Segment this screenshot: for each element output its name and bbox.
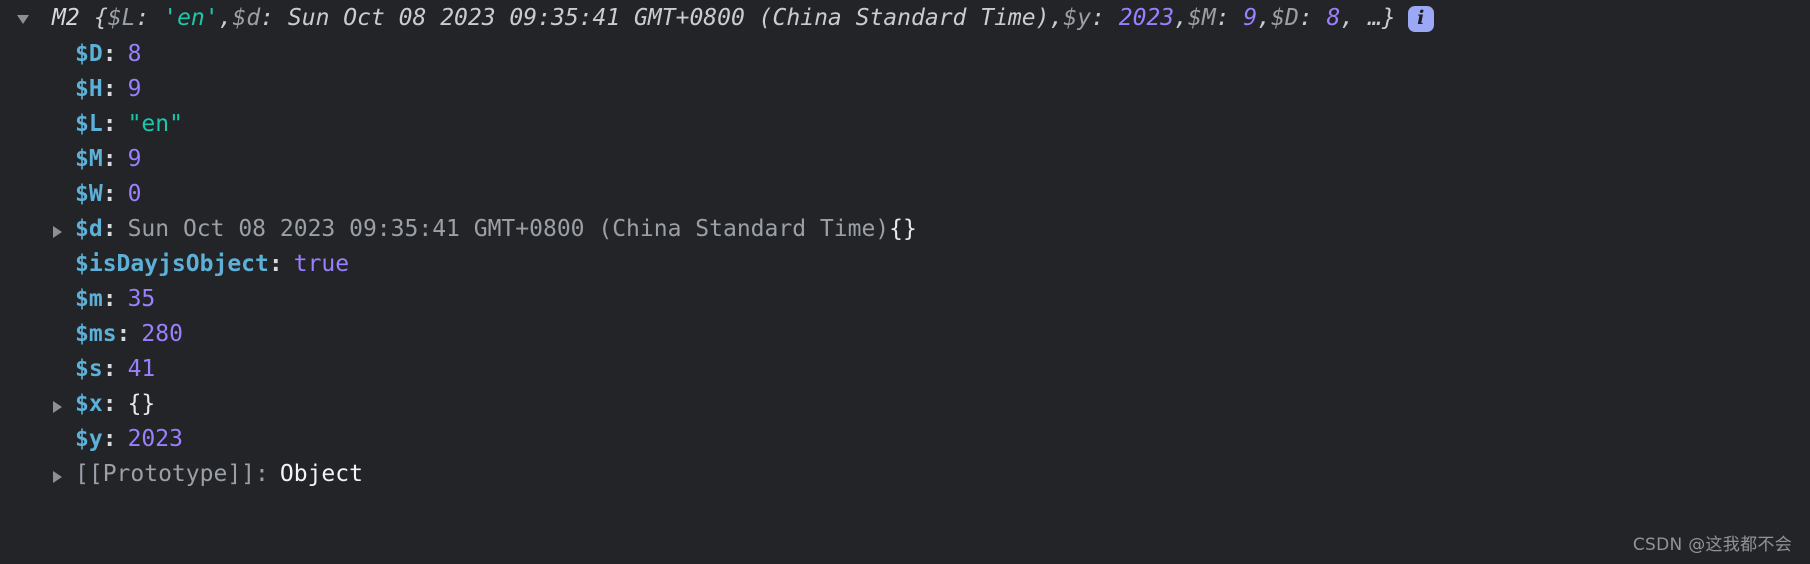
preview-trailing: , <box>1174 5 1188 31</box>
preview-trailing: , <box>218 5 233 31</box>
property-colon: : <box>102 41 117 67</box>
object-property-row[interactable]: $x: {} <box>0 387 1810 422</box>
property-value: 2023 <box>127 426 183 452</box>
object-property-row[interactable]: $ms:280 <box>0 317 1810 352</box>
preview-trailing: , <box>1049 5 1064 31</box>
property-colon: : <box>102 391 117 417</box>
object-property-row[interactable]: $m:35 <box>0 282 1810 317</box>
property-value: 280 <box>141 321 183 347</box>
preview-separator: : <box>260 5 288 31</box>
property-value: 8 <box>127 41 142 67</box>
preview-value: 8 <box>1326 5 1341 31</box>
property-colon: : <box>255 461 269 487</box>
object-property-row[interactable]: $D:8 <box>0 37 1810 72</box>
preview-separator: : <box>1298 5 1327 31</box>
property-value: 41 <box>127 356 156 382</box>
property-key: $m <box>75 286 103 312</box>
property-colon: : <box>102 426 117 452</box>
object-property-row[interactable]: [[Prototype]]: Object <box>0 457 1810 492</box>
preview-entry-1: $d: Sun Oct 08 2023 09:35:41 GMT+0800 (C… <box>232 1 1063 36</box>
devtools-console-object-inspector: M2 { $L: 'en', $d: Sun Oct 08 2023 09:35… <box>0 0 1810 564</box>
watermark: CSDN @这我都不会 <box>1632 535 1792 555</box>
info-icon[interactable]: i <box>1407 5 1434 32</box>
property-key: $y <box>75 426 103 452</box>
property-key: [[Prototype]] <box>75 461 256 487</box>
property-value: Sun Oct 08 2023 09:35:41 GMT+0800 (China… <box>127 216 890 242</box>
preview-separator: : <box>135 5 164 31</box>
property-colon: : <box>116 321 131 347</box>
constructor-name: M2 <box>52 5 80 31</box>
preview-entry-4: $D: 8 <box>1271 1 1340 36</box>
property-colon: : <box>268 251 283 277</box>
object-preview: M2 { $L: 'en', $d: Sun Oct 08 2023 09:35… <box>52 1 1434 36</box>
triangle-right-icon[interactable] <box>53 226 62 238</box>
object-property-row[interactable]: $s:41 <box>0 352 1810 387</box>
object-property-row[interactable]: $y:2023 <box>0 422 1810 457</box>
property-key: $s <box>75 356 103 382</box>
property-key: $d <box>75 216 103 242</box>
property-value: {} <box>127 391 156 417</box>
object-root-row[interactable]: M2 { $L: 'en', $d: Sun Oct 08 2023 09:35… <box>0 0 1810 37</box>
preview-entry-2: $y: 2023, <box>1063 1 1188 36</box>
object-property-row[interactable]: $W:0 <box>0 177 1810 212</box>
preview-separator: : <box>1215 5 1244 31</box>
property-value-suffix: {} <box>889 216 917 242</box>
close-brace: , …} <box>1340 5 1396 31</box>
property-colon: : <box>102 76 117 102</box>
preview-value: 2023 <box>1118 5 1175 31</box>
triangle-down-icon[interactable] <box>17 15 29 24</box>
object-property-row[interactable]: $L: "en" <box>0 107 1810 142</box>
property-value: 35 <box>127 286 156 312</box>
property-value: 9 <box>127 146 142 172</box>
triangle-right-icon[interactable] <box>53 471 62 483</box>
preview-entry-0: $L: 'en', <box>108 1 233 36</box>
preview-key: $D <box>1271 5 1299 31</box>
property-value: 0 <box>127 181 142 207</box>
property-key: $H <box>75 76 103 102</box>
property-value: "en" <box>127 111 183 137</box>
property-value: true <box>293 251 350 277</box>
preview-trailing: , <box>1257 5 1272 31</box>
preview-entry-3: $M: 9, <box>1188 1 1271 36</box>
preview-key: $M <box>1188 5 1216 31</box>
preview-separator: : <box>1091 5 1119 31</box>
property-key: $L <box>75 111 103 137</box>
property-colon: : <box>102 286 117 312</box>
object-properties-list: $D:8 $H:9 $L: "en" $M:9 $W:0 $d: Sun Oct 08 202… <box>0 37 1810 492</box>
property-colon: : <box>102 111 117 137</box>
property-key: $isDayjsObject <box>75 251 269 277</box>
property-key: $ms <box>75 321 117 347</box>
triangle-right-icon[interactable] <box>53 401 62 413</box>
open-brace: { <box>93 5 108 31</box>
property-value: 9 <box>127 76 142 102</box>
preview-key: $L <box>107 5 136 31</box>
preview-value: Sun Oct 08 2023 09:35:41 GMT+0800 (China… <box>287 5 1050 31</box>
preview-key: $d <box>232 5 261 31</box>
preview-value: 9 <box>1243 5 1258 31</box>
property-colon: : <box>102 356 117 382</box>
property-key: $x <box>75 391 103 417</box>
property-key: $W <box>75 181 103 207</box>
object-property-row[interactable]: $isDayjsObject: true <box>0 247 1810 282</box>
property-value: Object <box>279 461 363 487</box>
property-key: $M <box>75 146 103 172</box>
property-colon: : <box>102 216 117 242</box>
preview-key: $y <box>1063 5 1092 31</box>
object-property-row[interactable]: $H:9 <box>0 72 1810 107</box>
property-key: $D <box>75 41 103 67</box>
preview-value: 'en' <box>163 5 219 31</box>
object-property-row[interactable]: $M:9 <box>0 142 1810 177</box>
object-property-row[interactable]: $d: Sun Oct 08 2023 09:35:41 GMT+0800 (Ch… <box>0 212 1810 247</box>
property-colon: : <box>102 146 117 172</box>
property-colon: : <box>102 181 117 207</box>
